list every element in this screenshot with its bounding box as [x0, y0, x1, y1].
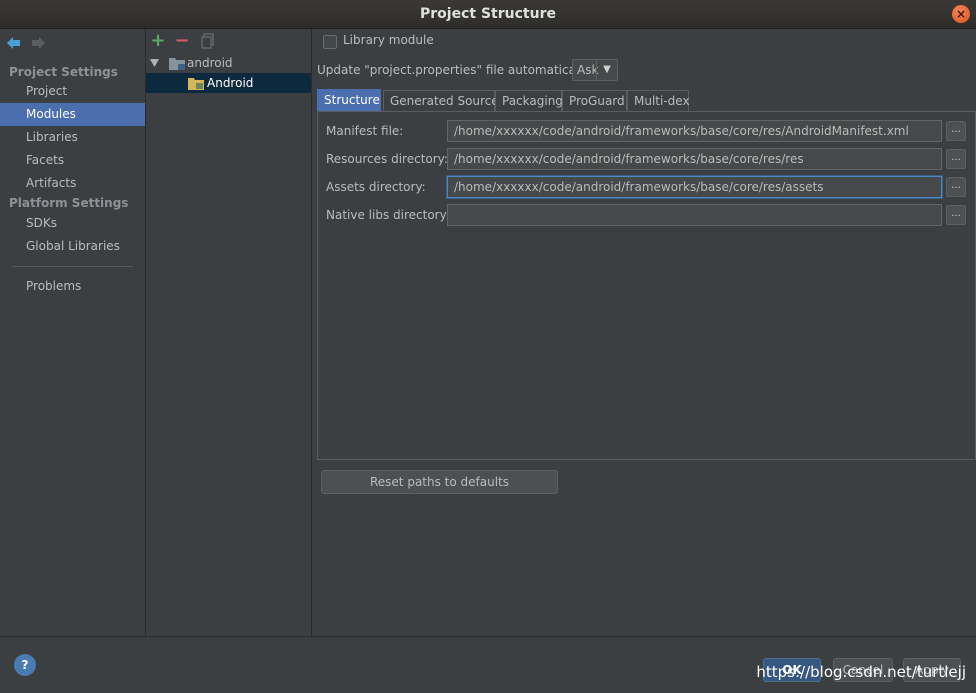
tab-structure[interactable]: Structure: [317, 89, 381, 112]
android-folder-icon: [188, 78, 204, 90]
module-settings-content: Library module Update "project.propertie…: [312, 29, 976, 636]
sidebar-item-facets[interactable]: Facets: [0, 149, 145, 172]
tree-toolbar: + −: [146, 29, 311, 53]
settings-sidebar: Project Settings Project Modules Librari…: [0, 29, 146, 636]
close-button[interactable]: ×: [952, 5, 970, 23]
native-libs-directory-label: Native libs directory:: [326, 208, 450, 222]
manifest-file-label: Manifest file:: [326, 124, 404, 138]
native-libs-browse-button[interactable]: ...: [946, 205, 966, 225]
tab-packaging[interactable]: Packaging: [495, 90, 563, 111]
sidebar-item-artifacts[interactable]: Artifacts: [0, 172, 145, 195]
window-title: Project Structure: [420, 6, 556, 22]
project-settings-heading: Project Settings: [9, 65, 118, 79]
tree-node-label: Android: [207, 76, 254, 90]
tree-node-android-facet[interactable]: Android: [146, 73, 311, 93]
sidebar-item-modules[interactable]: Modules: [0, 103, 145, 126]
tree-node-label: android: [187, 56, 233, 70]
tab-generated-sources[interactable]: Generated Sources: [383, 90, 505, 111]
add-module-button[interactable]: +: [150, 32, 166, 50]
dialog-footer: ? OK Cancel Apply https://blog.csdn.net/…: [0, 636, 976, 693]
help-button[interactable]: ?: [14, 654, 36, 676]
copy-icon[interactable]: [200, 33, 216, 49]
resources-directory-label: Resources directory:: [326, 152, 448, 166]
sidebar-item-problems[interactable]: Problems: [0, 275, 145, 298]
tab-multi-dex[interactable]: Multi-dex: [627, 90, 690, 111]
manifest-file-input[interactable]: /home/xxxxxx/code/android/frameworks/bas…: [447, 120, 942, 142]
sidebar-item-project[interactable]: Project: [0, 80, 145, 103]
folder-icon: [169, 58, 185, 70]
tab-proguard[interactable]: ProGuard: [562, 90, 627, 111]
expand-arrow-icon[interactable]: [150, 59, 159, 67]
sidebar-item-libraries[interactable]: Libraries: [0, 126, 145, 149]
resources-directory-input[interactable]: /home/xxxxxx/code/android/frameworks/bas…: [447, 148, 942, 170]
sidebar-item-global-libraries[interactable]: Global Libraries: [0, 235, 145, 258]
resources-browse-button[interactable]: ...: [946, 149, 966, 169]
watermark-text: https://blog.csdn.net/turtlejj: [756, 663, 966, 681]
module-tree-panel: + − android Android: [146, 29, 312, 636]
update-properties-select[interactable]: Ask ▼: [572, 59, 618, 81]
assets-directory-input[interactable]: /home/xxxxxx/code/android/frameworks/bas…: [447, 176, 942, 198]
reset-paths-button[interactable]: Reset paths to defaults: [321, 470, 558, 494]
assets-directory-label: Assets directory:: [326, 180, 426, 194]
assets-browse-button[interactable]: ...: [946, 177, 966, 197]
update-properties-label: Update "project.properties" file automat…: [317, 63, 593, 77]
forward-arrow-icon[interactable]: [30, 35, 46, 51]
library-module-checkbox[interactable]: [323, 35, 337, 49]
tree-node-android-root[interactable]: android: [146, 53, 311, 73]
sidebar-divider: [12, 266, 133, 267]
structure-tab-panel: Manifest file: /home/xxxxxx/code/android…: [317, 111, 976, 460]
library-module-label[interactable]: Library module: [343, 33, 434, 47]
native-libs-directory-input[interactable]: [447, 204, 942, 226]
sidebar-item-sdks[interactable]: SDKs: [0, 212, 145, 235]
title-bar: Project Structure ×: [0, 0, 976, 29]
platform-settings-heading: Platform Settings: [9, 196, 129, 210]
manifest-browse-button[interactable]: ...: [946, 121, 966, 141]
chevron-down-icon[interactable]: ▼: [596, 60, 617, 80]
back-arrow-icon[interactable]: [6, 35, 22, 51]
remove-module-button[interactable]: −: [174, 32, 190, 50]
